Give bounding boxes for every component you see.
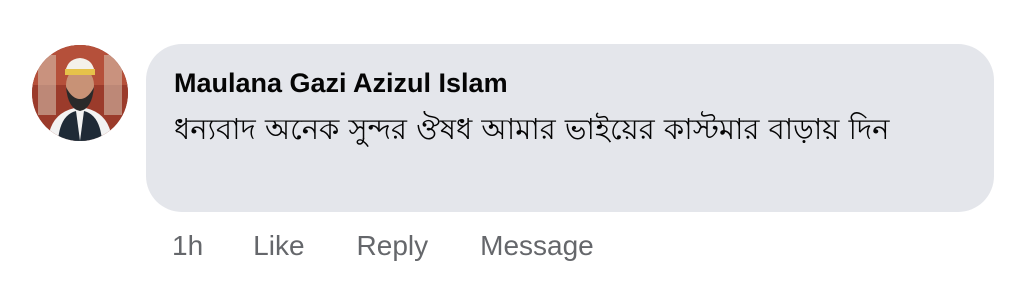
comment-author[interactable]: Maulana Gazi Azizul Islam bbox=[174, 66, 954, 100]
message-button[interactable]: Message bbox=[480, 230, 594, 262]
reply-button[interactable]: Reply bbox=[357, 230, 429, 262]
profile-photo-icon bbox=[32, 45, 128, 141]
comment-bubble: Maulana Gazi Azizul Islam ধন্যবাদ অনেক স… bbox=[146, 44, 994, 212]
comment-actions: 1h Like Reply Message bbox=[172, 226, 594, 266]
like-button[interactable]: Like bbox=[253, 230, 304, 262]
comment-text: ধন্যবাদ অনেক সুন্দর ঔষধ আমার ভাইয়ের কাস… bbox=[174, 112, 890, 146]
avatar[interactable] bbox=[32, 45, 128, 141]
comment-timestamp[interactable]: 1h bbox=[172, 230, 203, 262]
